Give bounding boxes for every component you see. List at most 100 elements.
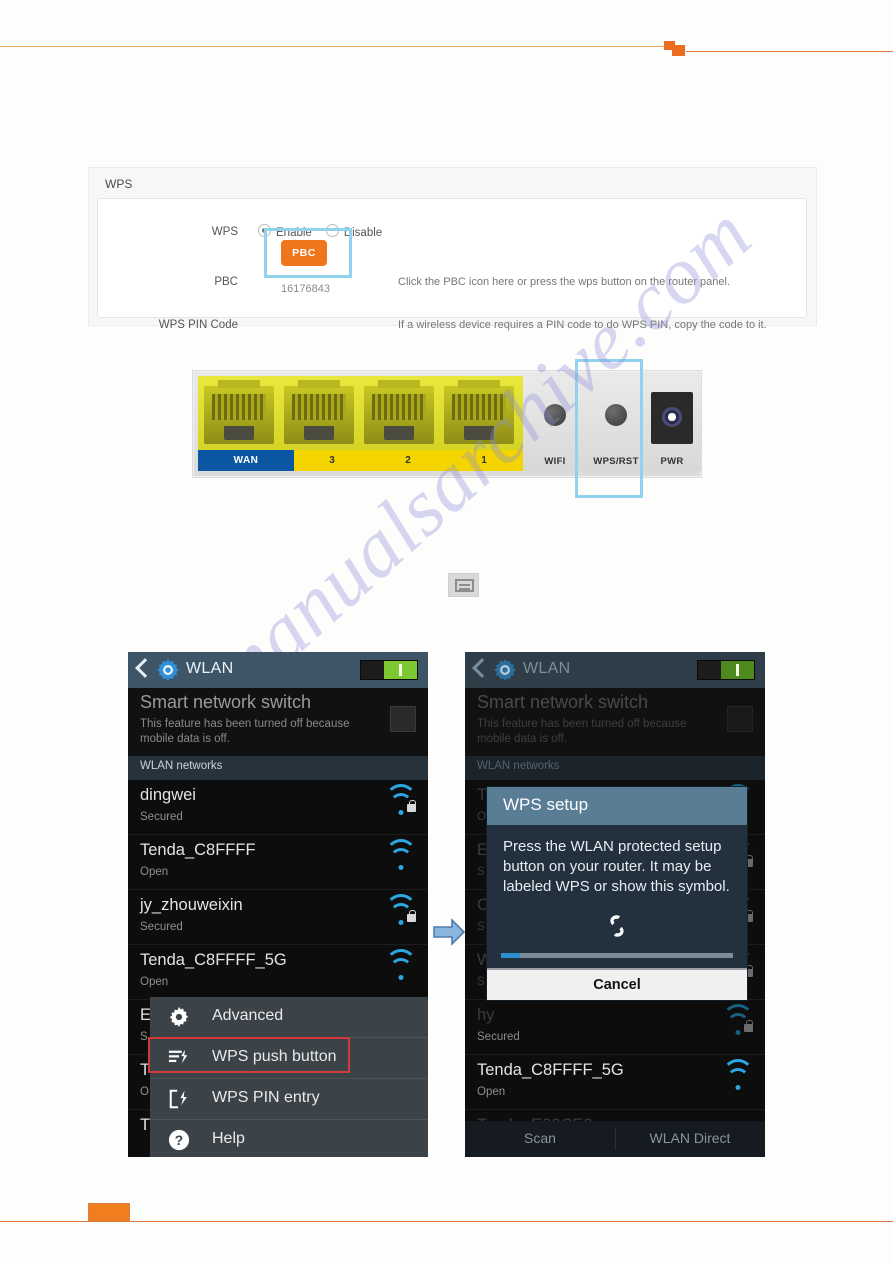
network-list-item[interactable]: jy_zhouweixin Secured <box>128 890 428 945</box>
smart-network-switch-desc: This feature has been turned off because… <box>140 718 350 745</box>
wifi-signal-icon <box>385 839 417 871</box>
port-pins-icon <box>372 394 426 420</box>
network-status: S <box>140 1031 148 1043</box>
footer-tick-left <box>88 1203 89 1222</box>
wlan-toggle[interactable] <box>697 660 755 680</box>
wps-panel: WPS WPS Enable Disable PBC Click the PBC … <box>88 167 817 331</box>
pbc-description: Click the PBC icon here or press the wps… <box>398 276 731 288</box>
network-name: hy <box>477 1006 495 1024</box>
pbc-highlight-box <box>264 228 352 278</box>
network-status: Open <box>140 976 169 988</box>
menu-item-advanced[interactable]: Advanced <box>150 997 428 1038</box>
lock-icon <box>744 1020 753 1032</box>
network-status: S <box>477 866 485 878</box>
phone-screenshot-right: WLAN Smart network switch This feature h… <box>465 652 765 1157</box>
back-arrow-icon[interactable] <box>472 658 492 678</box>
wps-setup-progress-bar <box>501 953 733 958</box>
scan-button[interactable]: Scan <box>465 1130 615 1146</box>
menu-item-label: WPS PIN entry <box>212 1089 320 1106</box>
wifi-signal-icon <box>722 1059 754 1091</box>
smart-network-switch-row[interactable]: Smart network switch This feature has be… <box>465 688 765 756</box>
header-rule-right <box>686 51 893 52</box>
network-status: O <box>477 811 486 823</box>
wlan-bottom-bar: Scan WLAN Direct <box>465 1121 765 1157</box>
network-status: Secured <box>477 1031 520 1043</box>
wlan-overflow-menu: Advanced WPS push button WPS PIN entry ?… <box>150 997 428 1157</box>
pin-row-label: WPS PIN Code <box>158 319 238 331</box>
wps-pin-code-value: 16176843 <box>281 283 330 295</box>
network-status: Secured <box>140 921 183 933</box>
footer-page-marker-top <box>88 1203 130 1204</box>
wps-panel-title: WPS <box>105 177 133 191</box>
smart-network-switch-desc: This feature has been turned off because… <box>477 718 687 745</box>
wlan-toggle[interactable] <box>360 660 418 680</box>
ethernet-port-wan <box>204 380 274 444</box>
smart-network-switch-row[interactable]: Smart network switch This feature has be… <box>128 688 428 756</box>
wps-pin-row: WPS PIN Code If a wireless device requir… <box>98 312 806 338</box>
network-name: jy_zhouweixin <box>140 896 243 914</box>
network-status: O <box>140 1086 149 1098</box>
phone-screenshot-left: WLAN Smart network switch This feature h… <box>128 652 428 1157</box>
wlan-title-text: WLAN <box>523 660 571 677</box>
network-list-item[interactable]: Tenda_C8FFFF_5G Open <box>465 1055 765 1110</box>
wps-setup-dialog-title: WPS setup <box>503 795 589 814</box>
wlan-titlebar: WLAN <box>465 652 765 688</box>
network-name: Tenda_C8FFFF_5G <box>140 951 287 969</box>
svg-text:?: ? <box>175 1133 183 1148</box>
wlan-toggle-on-state <box>721 661 754 679</box>
wps-setup-cancel-button[interactable]: Cancel <box>487 968 747 1000</box>
menu-item-label: Help <box>212 1130 245 1147</box>
ethernet-port-1 <box>444 380 514 444</box>
wps-setup-dialog: WPS setup Press the WLAN protected setup… <box>487 787 747 1000</box>
network-list-item[interactable]: dingwei Secured <box>128 780 428 835</box>
wlan-title-text: WLAN <box>186 660 234 677</box>
router-label-2: 2 <box>405 455 411 466</box>
port-pins-icon <box>292 394 346 420</box>
port-tab-icon <box>384 426 414 440</box>
back-arrow-icon[interactable] <box>135 658 155 678</box>
wlan-direct-button[interactable]: WLAN Direct <box>615 1130 765 1146</box>
wlan-networks-section-header: WLAN networks <box>465 756 765 780</box>
smart-network-switch-title: Smart network switch <box>477 692 649 712</box>
wlan-titlebar: WLAN <box>128 652 428 688</box>
settings-gear-icon <box>494 659 516 681</box>
network-list-item[interactable]: hy Secured <box>465 1000 765 1055</box>
header-rule-left <box>0 46 668 47</box>
flow-arrow-icon <box>432 917 466 947</box>
menu-item-wps-pin-entry[interactable]: WPS PIN entry <box>150 1079 428 1120</box>
port-pins-icon <box>212 394 266 420</box>
wps-card: WPS Enable Disable PBC Click the PBC icon… <box>97 198 807 331</box>
ethernet-port-2 <box>364 380 434 444</box>
menu-item-help[interactable]: ? Help <box>150 1120 428 1157</box>
help-icon: ? <box>168 1129 190 1151</box>
network-status: Open <box>140 866 169 878</box>
smart-network-switch-checkbox[interactable] <box>727 706 753 732</box>
footer-rule-right <box>130 1221 893 1222</box>
wlan-toggle-on-state <box>384 661 417 679</box>
router-label-1: 1 <box>481 455 487 466</box>
port-tab-icon <box>304 426 334 440</box>
wps-pin-icon <box>168 1088 190 1110</box>
network-name: Tenda_C8FFFF_5G <box>477 1061 624 1079</box>
image-placeholder-icon <box>448 573 479 597</box>
wps-symbol-icon <box>487 903 747 953</box>
wifi-button-icon <box>544 404 566 426</box>
power-jack-icon <box>651 392 693 444</box>
menu-item-label: Advanced <box>212 1007 284 1024</box>
port-pins-icon <box>452 394 506 420</box>
footer-page-marker <box>88 1203 130 1222</box>
smart-network-switch-checkbox[interactable] <box>390 706 416 732</box>
port-tab-icon <box>464 426 494 440</box>
network-name: dingwei <box>140 786 196 804</box>
router-port-strip <box>198 376 523 450</box>
ethernet-port-3 <box>284 380 354 444</box>
router-label-3: 3 <box>329 455 335 466</box>
gear-icon <box>168 1006 190 1028</box>
footer-rule-left <box>0 1221 88 1222</box>
network-list-item[interactable]: Tenda_C8FFFF_5G Open <box>128 945 428 1000</box>
wps-setup-dialog-body: Press the WLAN protected setup button on… <box>503 838 730 895</box>
network-status: S <box>477 921 485 933</box>
network-list-item[interactable]: Tenda_C8FFFF Open <box>128 835 428 890</box>
wps-push-button-highlight-box <box>148 1037 350 1073</box>
wifi-signal-icon <box>385 949 417 981</box>
